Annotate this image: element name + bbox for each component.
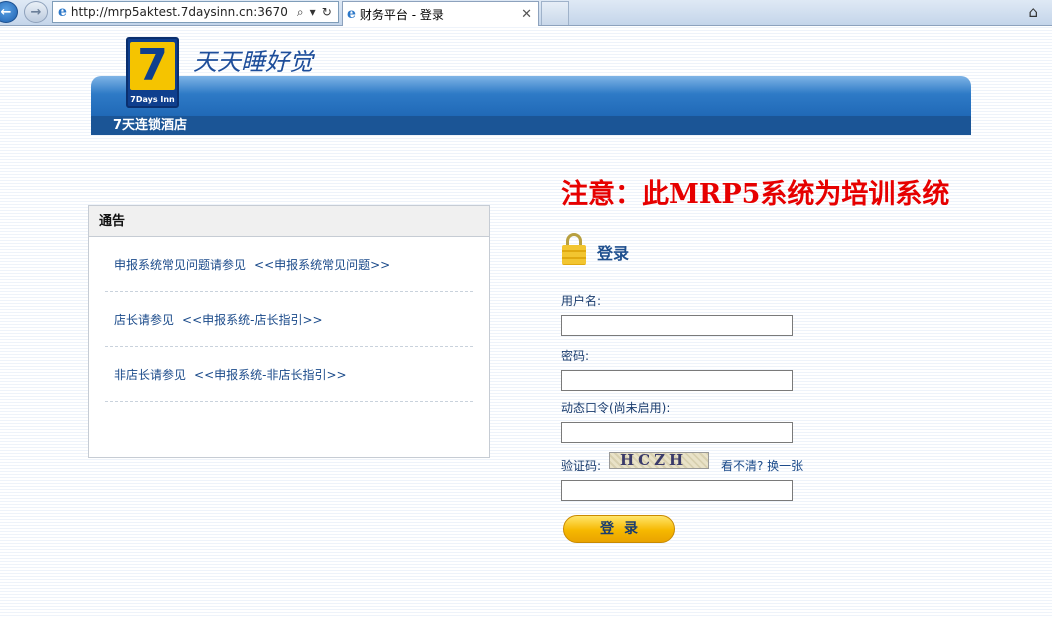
otp-label: 动态口令(尚未启用):: [561, 401, 671, 415]
training-warning: 注意：此MRP5系统为培训系统: [561, 179, 950, 210]
url-text[interactable]: http://mrp5aktest.7daysinn.cn:3670: [71, 5, 293, 19]
notice-item: 非店长请参见 <<申报系统-非店长指引>>: [105, 347, 473, 402]
home-icon[interactable]: ⌂: [1028, 3, 1038, 21]
company-name-bar: 7天连锁酒店: [91, 116, 971, 135]
header-banner: [91, 76, 971, 116]
notice-text: 非店长请参见: [114, 367, 187, 382]
new-tab-button[interactable]: [541, 1, 569, 25]
refresh-icon[interactable]: ↻: [322, 5, 332, 20]
captcha-image[interactable]: HCZH: [609, 452, 709, 469]
tab-ie-icon: e: [347, 6, 356, 22]
captcha-refresh-link[interactable]: 看不清? 换一张: [721, 457, 803, 474]
close-icon[interactable]: ✕: [521, 7, 532, 22]
manager-guide-link[interactable]: <<申报系统-店长指引>>: [182, 311, 323, 328]
dropdown-icon[interactable]: ▾: [310, 5, 316, 20]
notice-panel: 通告 申报系统常见问题请参见 <<申报系统常见问题>> 店长请参见 <<申报系统…: [88, 205, 490, 458]
company-name: 7天连锁酒店: [113, 118, 188, 133]
notice-item: 申报系统常见问题请参见 <<申报系统常见问题>>: [105, 237, 473, 292]
faq-link[interactable]: <<申报系统常见问题>>: [254, 256, 390, 273]
tab-title: 财务平台 - 登录: [359, 7, 444, 22]
notice-title: 通告: [89, 206, 489, 237]
browser-toolbar: ← → e http://mrp5aktest.7daysinn.cn:3670…: [0, 0, 1052, 26]
lock-icon: [562, 233, 586, 265]
notice-item: 店长请参见 <<申报系统-店长指引>>: [105, 292, 473, 347]
address-bar[interactable]: e http://mrp5aktest.7daysinn.cn:3670 ⌕ ▾…: [52, 1, 339, 23]
username-input[interactable]: [561, 315, 793, 336]
logo-text: 7Days Inn: [130, 95, 175, 104]
ie-icon: e: [58, 4, 67, 20]
captcha-label: 验证码:: [561, 459, 602, 473]
login-title: 登录: [597, 244, 630, 263]
logo-number: 7: [130, 42, 175, 90]
back-icon[interactable]: ←: [0, 1, 18, 23]
notice-text: 申报系统常见问题请参见: [114, 257, 247, 272]
username-label: 用户名:: [561, 294, 602, 308]
password-input[interactable]: [561, 370, 793, 391]
otp-input[interactable]: [561, 422, 793, 443]
login-button[interactable]: 登录: [563, 515, 675, 543]
notice-text: 店长请参见: [114, 312, 175, 327]
non-manager-guide-link[interactable]: <<申报系统-非店长指引>>: [194, 366, 347, 383]
logo: 7 7Days Inn: [126, 37, 179, 108]
password-label: 密码:: [561, 349, 590, 363]
search-icon[interactable]: ⌕: [297, 5, 304, 20]
forward-icon[interactable]: →: [24, 1, 48, 23]
slogan: 天天睡好觉: [193, 48, 313, 76]
browser-tab[interactable]: e 财务平台 - 登录 ✕: [342, 1, 539, 26]
captcha-input[interactable]: [561, 480, 793, 501]
